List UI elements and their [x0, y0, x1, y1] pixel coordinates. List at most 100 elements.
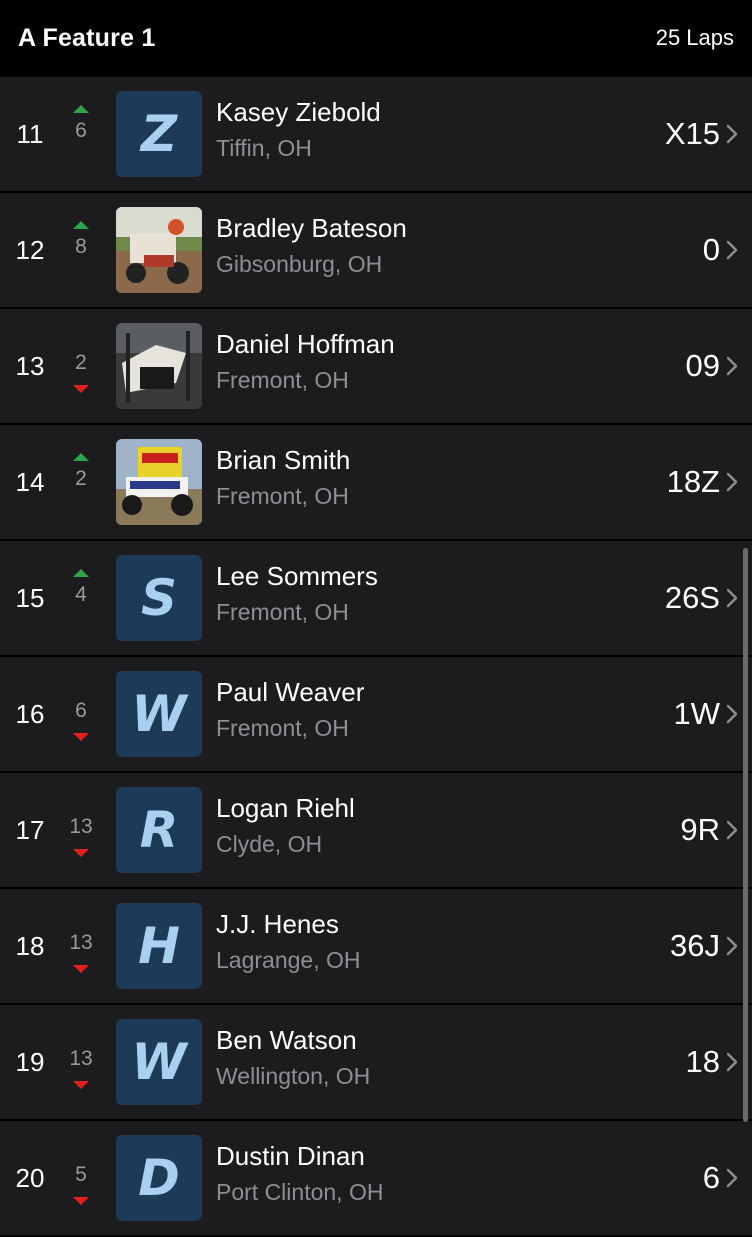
- position-change: 13: [62, 889, 100, 1003]
- finish-position: 19: [15, 1046, 45, 1077]
- result-row[interactable]: 12 8 Bradley Bateson Gibsonburg, OH 0: [0, 193, 752, 309]
- car-photo: [116, 439, 202, 525]
- avatar-initial: R: [139, 801, 179, 859]
- position-change-value: 2: [75, 351, 87, 374]
- finish-position: 13: [15, 350, 45, 381]
- avatar-initial: W: [131, 1033, 187, 1091]
- chevron-right-icon: [724, 703, 740, 725]
- driver-name: Bradley Bateson: [216, 213, 407, 243]
- car-number: X15: [664, 116, 720, 151]
- driver-avatar: Z: [116, 91, 202, 177]
- position-change-value: 13: [69, 931, 93, 954]
- position-change-value: 6: [75, 119, 87, 142]
- chevron-right-icon: [724, 1051, 740, 1073]
- driver-avatar: S: [116, 555, 202, 641]
- car-number: 6: [702, 1160, 720, 1195]
- finish-position: 12: [15, 234, 45, 265]
- chevron-right-icon: [724, 935, 740, 957]
- chevron-right-icon: [724, 239, 740, 261]
- driver-name: Brian Smith: [216, 445, 351, 475]
- event-title: A Feature 1: [18, 23, 156, 52]
- finish-position: 16: [15, 698, 45, 729]
- car-number: 1W: [673, 696, 721, 731]
- arrow-up-icon: [73, 105, 89, 113]
- arrow-down-icon: [73, 385, 89, 393]
- arrow-down-icon: [73, 733, 89, 741]
- driver-hometown: Gibsonburg, OH: [216, 251, 383, 277]
- arrow-up-icon: [73, 453, 89, 461]
- finish-position: 18: [15, 930, 45, 961]
- results-list: 11 6 Z Kasey Ziebold Tiffin, OH X15 12 8 Bradley…: [0, 77, 752, 1237]
- driver-avatar: [116, 323, 202, 409]
- driver-hometown: Wellington, OH: [216, 1063, 371, 1089]
- driver-avatar: [116, 207, 202, 293]
- driver-hometown: Tiffin, OH: [216, 135, 312, 161]
- position-change: 5: [62, 1121, 100, 1235]
- driver-avatar: D: [116, 1135, 202, 1221]
- result-row[interactable]: 11 6 Z Kasey Ziebold Tiffin, OH X15: [0, 77, 752, 193]
- driver-avatar: W: [116, 671, 202, 757]
- scrollbar[interactable]: [743, 548, 748, 1122]
- position-change: 13: [62, 773, 100, 887]
- arrow-down-icon: [73, 849, 89, 857]
- result-row[interactable]: 14 2 Brian Smith Fremont, OH 18Z: [0, 425, 752, 541]
- car-number: 0: [702, 232, 720, 267]
- avatar-initial: W: [131, 685, 187, 743]
- car-number: 36J: [670, 928, 720, 963]
- chevron-right-icon: [724, 1167, 740, 1189]
- position-change-value: 2: [75, 467, 87, 490]
- driver-hometown: Fremont, OH: [216, 483, 349, 509]
- position-change-value: 13: [69, 815, 93, 838]
- driver-avatar: H: [116, 903, 202, 989]
- result-row[interactable]: 20 5 D Dustin Dinan Port Clinton, OH 6: [0, 1121, 752, 1237]
- arrow-down-icon: [73, 1081, 89, 1089]
- result-row[interactable]: 18 13 H J.J. Henes Lagrange, OH 36J: [0, 889, 752, 1005]
- arrow-down-icon: [73, 1197, 89, 1205]
- finish-position: 15: [15, 582, 45, 613]
- position-change: 8: [62, 193, 100, 307]
- arrow-up-icon: [73, 221, 89, 229]
- driver-hometown: Lagrange, OH: [216, 947, 361, 973]
- driver-avatar: R: [116, 787, 202, 873]
- result-row[interactable]: 16 6 W Paul Weaver Fremont, OH 1W: [0, 657, 752, 773]
- driver-hometown: Fremont, OH: [216, 715, 349, 741]
- finish-position: 17: [15, 814, 45, 845]
- driver-name: Paul Weaver: [216, 677, 365, 707]
- car-photo: [116, 207, 202, 293]
- car-number: 18: [685, 1044, 720, 1079]
- driver-name: Kasey Ziebold: [216, 97, 381, 127]
- position-change: 6: [62, 77, 100, 191]
- driver-name: Dustin Dinan: [216, 1141, 365, 1171]
- arrow-down-icon: [73, 965, 89, 973]
- driver-name: Daniel Hoffman: [216, 329, 395, 359]
- result-row[interactable]: 13 2 Daniel Hoffman Fremont, OH 09: [0, 309, 752, 425]
- position-change-value: 4: [75, 583, 87, 606]
- driver-name: Logan Riehl: [216, 793, 355, 823]
- chevron-right-icon: [724, 471, 740, 493]
- driver-name: J.J. Henes: [216, 909, 339, 939]
- result-row[interactable]: 19 13 W Ben Watson Wellington, OH 18: [0, 1005, 752, 1121]
- position-change: 2: [62, 309, 100, 423]
- chevron-right-icon: [724, 123, 740, 145]
- finish-position: 20: [15, 1162, 45, 1193]
- car-number: 26S: [664, 580, 720, 615]
- avatar-initial: Z: [140, 105, 178, 163]
- driver-hometown: Fremont, OH: [216, 599, 349, 625]
- finish-position: 14: [15, 466, 45, 497]
- driver-hometown: Port Clinton, OH: [216, 1179, 384, 1205]
- result-row[interactable]: 17 13 R Logan Riehl Clyde, OH 9R: [0, 773, 752, 889]
- driver-avatar: W: [116, 1019, 202, 1105]
- driver-hometown: Clyde, OH: [216, 831, 323, 857]
- header-bar: A Feature 1 25 Laps: [0, 0, 752, 76]
- driver-avatar: [116, 439, 202, 525]
- car-number: 9R: [680, 812, 720, 847]
- car-number: 09: [685, 348, 720, 383]
- car-photo: [116, 323, 202, 409]
- position-change-value: 13: [69, 1047, 93, 1070]
- position-change: 2: [62, 425, 100, 539]
- position-change-value: 5: [75, 1163, 87, 1186]
- arrow-up-icon: [73, 569, 89, 577]
- driver-name: Lee Sommers: [216, 561, 378, 591]
- result-row[interactable]: 15 4 S Lee Sommers Fremont, OH 26S: [0, 541, 752, 657]
- driver-name: Ben Watson: [216, 1025, 357, 1055]
